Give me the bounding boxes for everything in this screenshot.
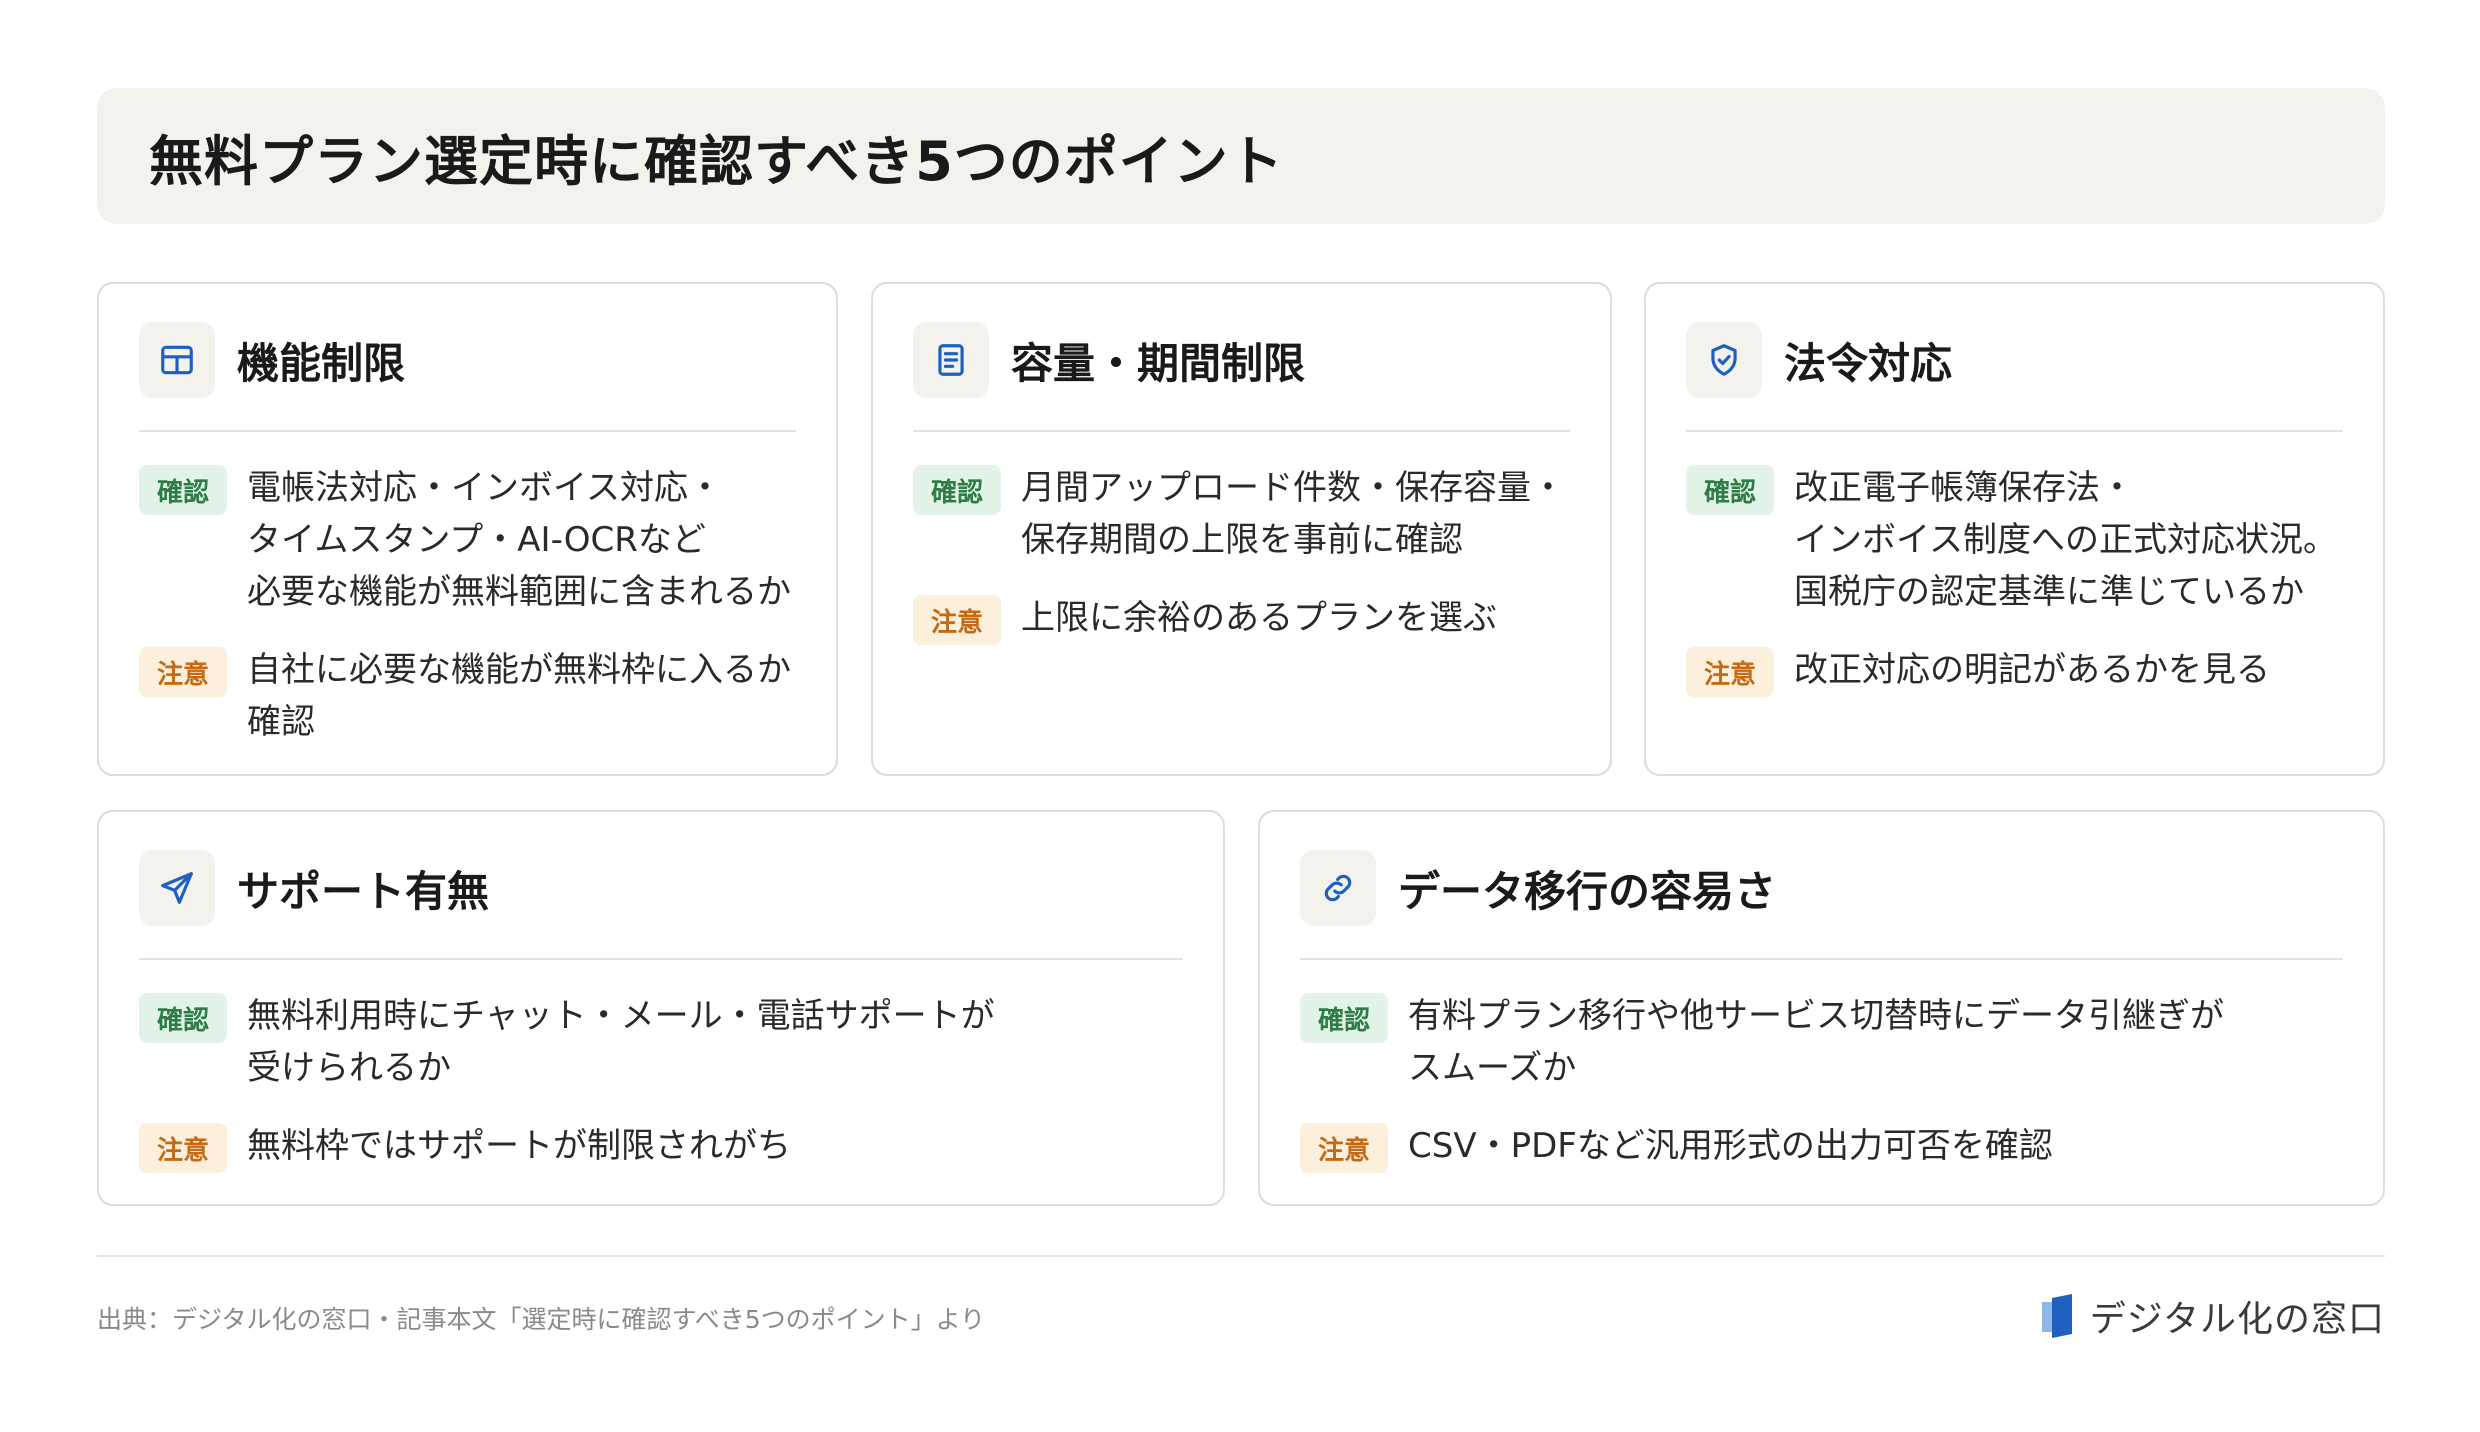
title-banner: 無料プラン選定時に確認すべき5つのポイント bbox=[97, 88, 2385, 224]
caution-badge: 注意 bbox=[1300, 1123, 1388, 1173]
brand-logo: デジタル化の窓口 bbox=[2038, 1290, 2385, 1342]
check-badge: 確認 bbox=[139, 465, 227, 515]
check-row: 確認 有料プラン移行や他サービス切替時にデータ引継ぎが スムーズか bbox=[1300, 990, 2343, 1094]
caution-text: 上限に余裕のあるプランを選ぶ bbox=[1021, 598, 1497, 638]
caution-row: 注意 自社に必要な機能が無料枠に入るか 確認 bbox=[139, 644, 796, 748]
check-text: 無料利用時にチャット・メール・電話サポートが 受けられるか bbox=[247, 996, 995, 1088]
divider bbox=[1300, 958, 2343, 960]
link-icon bbox=[1300, 850, 1376, 926]
caution-row: 注意 改正対応の明記があるかを見る bbox=[1686, 644, 2343, 697]
divider bbox=[1686, 430, 2343, 432]
check-row: 確認 改正電子帳簿保存法・ インボイス制度への正式対応状況。 国税庁の認定基準に… bbox=[1686, 462, 2343, 618]
caution-badge: 注意 bbox=[139, 1123, 227, 1173]
check-badge: 確認 bbox=[1686, 465, 1774, 515]
caution-badge: 注意 bbox=[1686, 647, 1774, 697]
caution-row: 注意 上限に余裕のあるプランを選ぶ bbox=[913, 592, 1570, 645]
card-title: データ移行の容易さ bbox=[1398, 866, 1777, 916]
caution-text: 改正対応の明記があるかを見る bbox=[1794, 650, 2270, 690]
card-title: 法令対応 bbox=[1784, 338, 1953, 388]
caution-badge: 注意 bbox=[913, 595, 1001, 645]
caution-row: 注意 CSV・PDFなど汎用形式の出力可否を確認 bbox=[1300, 1120, 2343, 1173]
shield-check-icon bbox=[1686, 322, 1762, 398]
divider bbox=[139, 958, 1183, 960]
card-capacity-limits: 容量・期間制限 確認 月間アップロード件数・保存容量・ 保存期間の上限を事前に確… bbox=[871, 282, 1612, 776]
check-badge: 確認 bbox=[913, 465, 1001, 515]
card-data-migration: データ移行の容易さ 確認 有料プラン移行や他サービス切替時にデータ引継ぎが スム… bbox=[1258, 810, 2385, 1206]
card-title: 容量・期間制限 bbox=[1011, 338, 1306, 388]
brand-name: デジタル化の窓口 bbox=[2089, 1299, 2385, 1340]
caution-row: 注意 無料枠ではサポートが制限されがち bbox=[139, 1120, 1183, 1173]
footer-divider bbox=[97, 1255, 2385, 1257]
check-text: 有料プラン移行や他サービス切替時にデータ引継ぎが スムーズか bbox=[1408, 996, 2224, 1088]
check-badge: 確認 bbox=[139, 993, 227, 1043]
divider bbox=[913, 430, 1570, 432]
caution-text: 無料枠ではサポートが制限されがち bbox=[247, 1126, 791, 1166]
card-title: サポート有無 bbox=[237, 866, 490, 916]
check-text: 改正電子帳簿保存法・ インボイス制度への正式対応状況。 国税庁の認定基準に準じて… bbox=[1794, 468, 2337, 612]
source-citation: 出典：デジタル化の窓口・記事本文「選定時に確認すべき5つのポイント」より bbox=[97, 1305, 986, 1334]
check-row: 確認 無料利用時にチャット・メール・電話サポートが 受けられるか bbox=[139, 990, 1183, 1094]
caution-text: 自社に必要な機能が無料枠に入るか 確認 bbox=[247, 650, 791, 742]
card-legal-compliance: 法令対応 確認 改正電子帳簿保存法・ インボイス制度への正式対応状況。 国税庁の… bbox=[1644, 282, 2385, 776]
check-badge: 確認 bbox=[1300, 993, 1388, 1043]
caution-badge: 注意 bbox=[139, 647, 227, 697]
check-text: 電帳法対応・インボイス対応・ タイムスタンプ・AI-OCRなど 必要な機能が無料… bbox=[247, 468, 791, 612]
check-row: 確認 電帳法対応・インボイス対応・ タイムスタンプ・AI-OCRなど 必要な機能… bbox=[139, 462, 796, 618]
check-row: 確認 月間アップロード件数・保存容量・ 保存期間の上限を事前に確認 bbox=[913, 462, 1570, 566]
document-icon bbox=[913, 322, 989, 398]
brand-mark-icon bbox=[2041, 1294, 2072, 1338]
card-support: サポート有無 確認 無料利用時にチャット・メール・電話サポートが 受けられるか … bbox=[97, 810, 1225, 1206]
card-feature-limits: 機能制限 確認 電帳法対応・インボイス対応・ タイムスタンプ・AI-OCRなど … bbox=[97, 282, 838, 776]
grid-icon bbox=[139, 322, 215, 398]
divider bbox=[139, 430, 796, 432]
page-title: 無料プラン選定時に確認すべき5つのポイント bbox=[149, 129, 1284, 193]
send-icon bbox=[139, 850, 215, 926]
check-text: 月間アップロード件数・保存容量・ 保存期間の上限を事前に確認 bbox=[1021, 468, 1565, 560]
card-title: 機能制限 bbox=[237, 338, 406, 388]
caution-text: CSV・PDFなど汎用形式の出力可否を確認 bbox=[1408, 1126, 2053, 1166]
